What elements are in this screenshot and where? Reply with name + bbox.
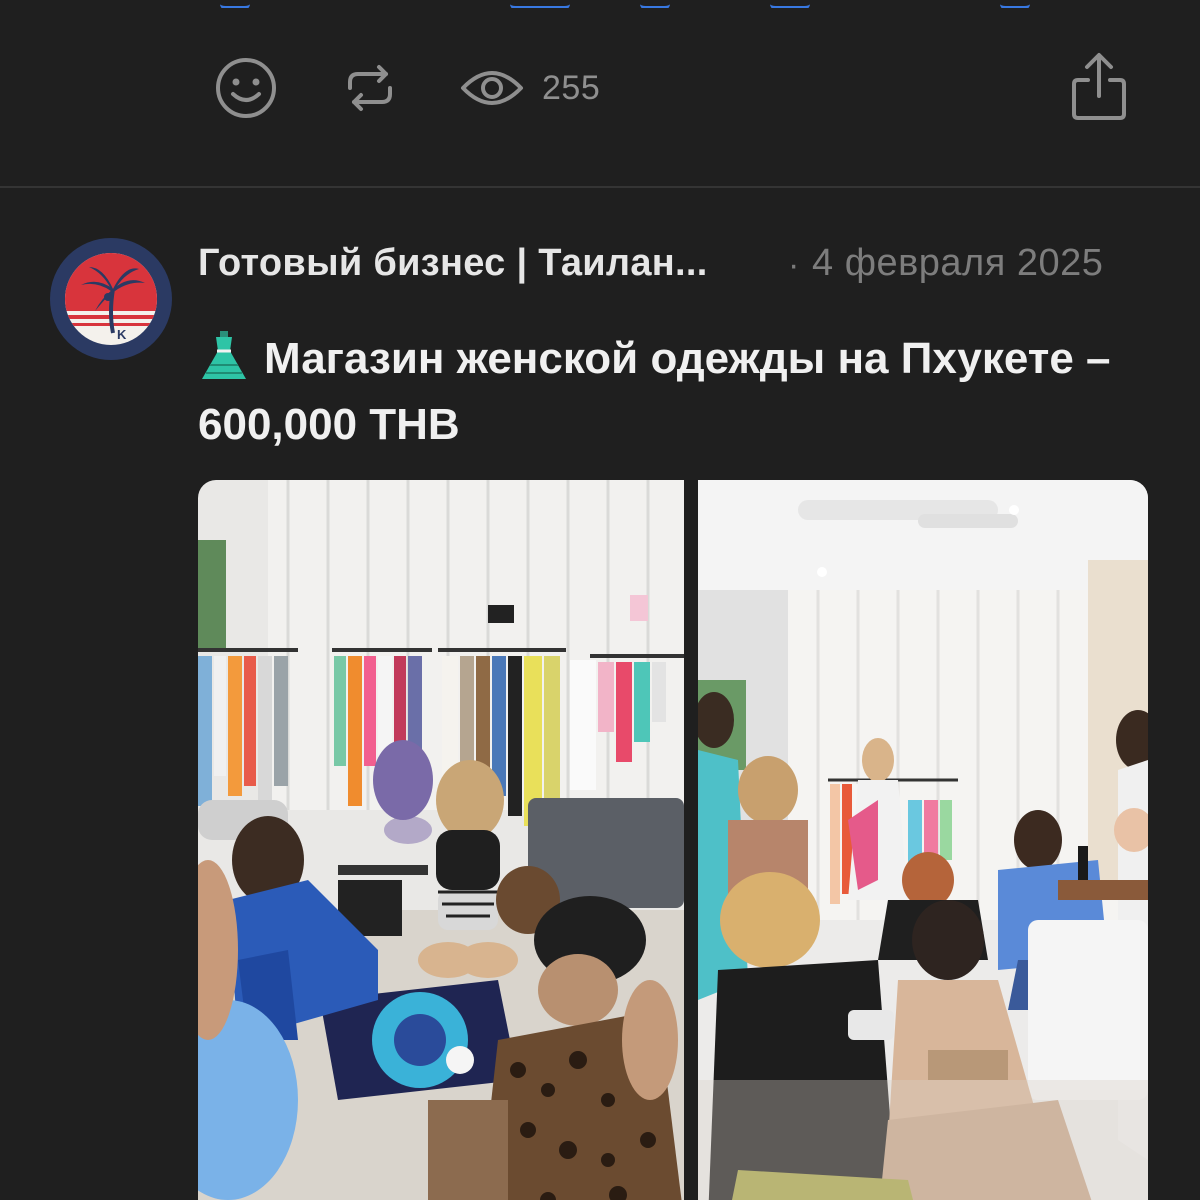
repost-icon <box>348 65 392 111</box>
channel-name[interactable]: Готовый бизнес | Таилан... <box>198 242 708 285</box>
post-title: Магазин женской одежды на Пхукете – 600,… <box>198 326 1158 458</box>
post-photo-1[interactable] <box>198 480 684 1200</box>
feed-page: 255 K Готовый бизнес | Таилан... · 4 фев… <box>0 0 1200 1200</box>
post-photo-gallery <box>198 480 1148 1200</box>
share-button[interactable] <box>1068 50 1130 122</box>
palm-tree-logo: K <box>65 253 157 345</box>
views-counter: 255 <box>460 58 600 118</box>
channel-avatar[interactable]: K <box>50 238 172 360</box>
repost-button[interactable] <box>340 58 400 118</box>
eye-icon <box>461 71 523 105</box>
date-separator: · <box>788 246 800 284</box>
smiley-icon <box>216 58 276 118</box>
svg-text:K: K <box>117 327 127 342</box>
post-action-bar: 255 <box>0 40 1200 136</box>
views-count: 255 <box>542 68 601 107</box>
reaction-button[interactable] <box>214 56 278 120</box>
shop-party-photo <box>698 480 1148 1200</box>
post-divider <box>0 186 1200 188</box>
shop-interior-photo <box>198 480 684 1200</box>
post-title-text: Магазин женской одежды на Пхукете – 600,… <box>198 334 1111 449</box>
post-photo-2[interactable] <box>698 480 1148 1200</box>
post-date[interactable]: 4 февраля 2025 <box>812 242 1103 285</box>
previous-post-text-fragment <box>210 0 1060 8</box>
dress-icon <box>202 331 246 379</box>
share-icon <box>1072 53 1126 120</box>
